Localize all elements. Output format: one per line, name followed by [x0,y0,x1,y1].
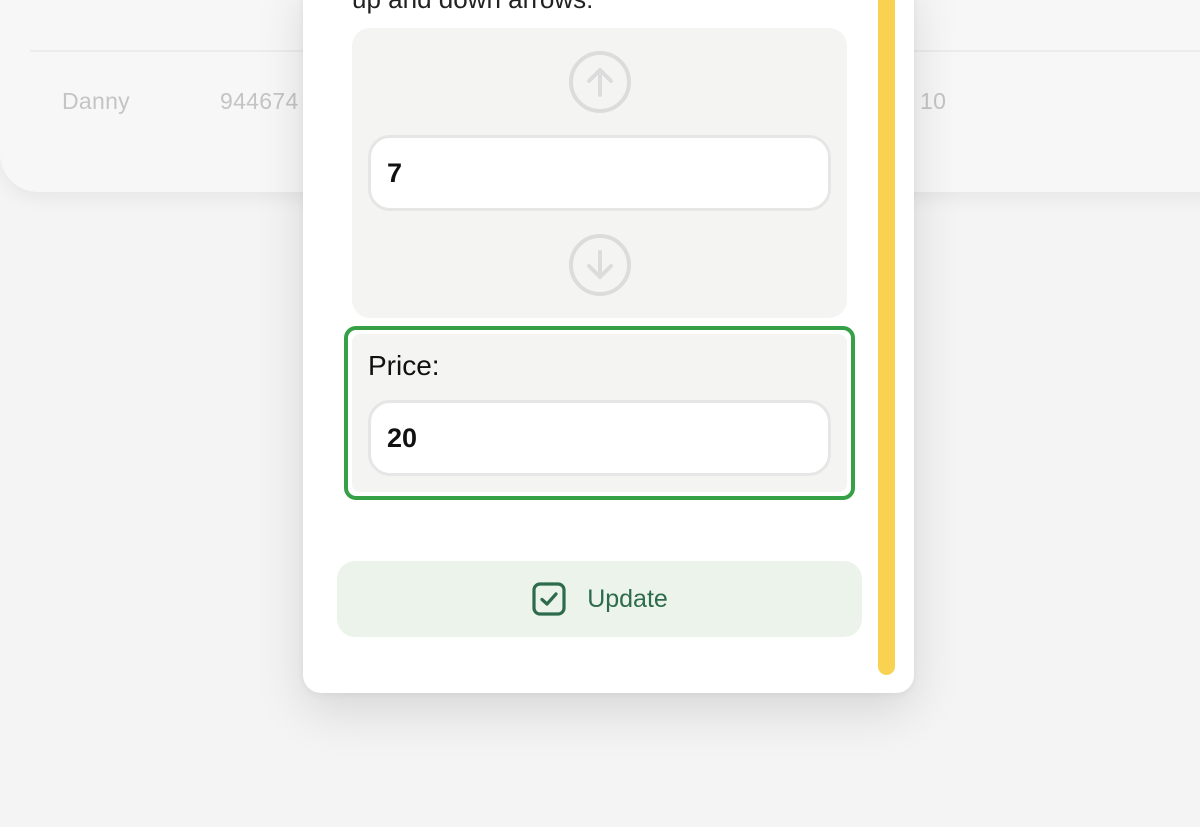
checkbox-check-icon [532,582,566,616]
table-cell-name: Danny [62,88,130,114]
price-label: Price: [368,350,440,381]
table-cell-quantity: 10 [920,88,947,114]
modal-scrollbar[interactable] [878,0,895,675]
update-button-label: Update [587,584,668,613]
page: Danny 944674 10 up and down arrows: Pric… [0,0,1200,827]
arrow-down-circle-icon [569,234,631,296]
quantity-input[interactable] [368,135,831,211]
stepper-down-button[interactable] [568,233,632,297]
price-input[interactable] [368,400,831,476]
arrow-up-circle-icon [569,51,631,113]
update-button[interactable]: Update [337,561,862,637]
stepper-instruction: up and down arrows: [352,0,593,15]
table-cell-phone: 944674 [220,88,299,114]
stepper-up-button[interactable] [568,50,632,114]
